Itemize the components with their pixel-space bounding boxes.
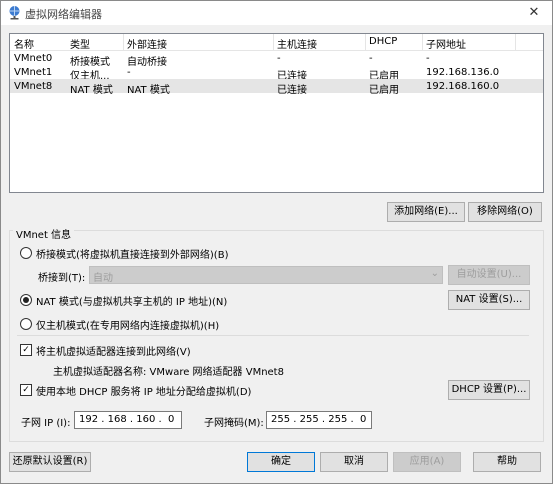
list-header: 名称 类型 外部连接 主机连接 DHCP 子网地址 bbox=[10, 34, 543, 51]
bridged-to-select[interactable]: 自动 ⌄ bbox=[89, 266, 443, 284]
connect-adapter-label[interactable]: 将主机虚拟适配器连接到此网络(V) bbox=[36, 343, 191, 358]
adapter-name-label: 主机虚拟适配器名称: VMware 网络适配器 VMnet8 bbox=[53, 367, 284, 378]
cell-type: NAT 模式 bbox=[70, 85, 113, 96]
nat-mode-label[interactable]: NAT 模式(与虚拟机共享主机的 IP 地址)(N) bbox=[36, 293, 227, 308]
cell-name: VMnet1 bbox=[14, 67, 53, 78]
subnet-ip-value: 192 . 168 . 160 . 0 bbox=[79, 414, 175, 425]
virtual-network-editor-window: 虚拟网络编辑器 ✕ 名称 类型 外部连接 主机连接 DHCP 子网地址 VMne… bbox=[0, 0, 553, 484]
cell-name: VMnet0 bbox=[14, 53, 53, 64]
table-row[interactable]: VMnet0 桥接模式 自动桥接 - - - bbox=[10, 51, 543, 68]
cell-subnet: - bbox=[426, 53, 430, 64]
window-title: 虚拟网络编辑器 bbox=[25, 8, 102, 21]
title-bar: 虚拟网络编辑器 ✕ bbox=[1, 1, 552, 25]
subnet-mask-value: 255 . 255 . 255 . 0 bbox=[271, 414, 367, 425]
auto-settings-button[interactable]: 自动设置(U)... bbox=[448, 265, 530, 285]
cell-dhcp: 已启用 bbox=[369, 85, 399, 96]
add-network-button[interactable]: 添加网络(E)... bbox=[387, 202, 465, 222]
host-only-mode-radio[interactable] bbox=[20, 318, 32, 330]
remove-network-button[interactable]: 移除网络(O) bbox=[468, 202, 542, 222]
subnet-mask-input[interactable]: 255 . 255 . 255 . 0 bbox=[266, 411, 372, 429]
subnet-ip-input[interactable]: 192 . 168 . 160 . 0 bbox=[74, 411, 182, 429]
chevron-down-icon: ⌄ bbox=[430, 268, 439, 279]
dhcp-settings-button[interactable]: DHCP 设置(P)... bbox=[448, 380, 530, 400]
network-list[interactable]: 名称 类型 外部连接 主机连接 DHCP 子网地址 VMnet0 桥接模式 自动… bbox=[9, 33, 544, 193]
subnet-mask-label: 子网掩码(M): bbox=[204, 418, 264, 429]
cell-subnet: 192.168.160.0 bbox=[426, 81, 500, 92]
cancel-button[interactable]: 取消 bbox=[320, 452, 388, 472]
close-button[interactable]: ✕ bbox=[522, 3, 546, 23]
column-header-name[interactable]: 名称 bbox=[14, 36, 34, 51]
cell-dhcp: - bbox=[369, 53, 373, 64]
ok-button[interactable]: 确定 bbox=[247, 452, 315, 472]
network-globe-icon bbox=[9, 6, 20, 20]
cell-host: - bbox=[277, 53, 281, 64]
nat-mode-radio[interactable] bbox=[20, 294, 32, 306]
dhcp-label[interactable]: 使用本地 DHCP 服务将 IP 地址分配给虚拟机(D) bbox=[36, 383, 251, 398]
host-only-mode-label[interactable]: 仅主机模式(在专用网络内连接虚拟机)(H) bbox=[36, 317, 219, 332]
column-header-dhcp[interactable]: DHCP bbox=[369, 36, 397, 47]
column-header-host[interactable]: 主机连接 bbox=[277, 36, 317, 51]
divider bbox=[17, 335, 529, 336]
bridged-to-label: 桥接到(T): bbox=[38, 273, 86, 284]
table-row-selected[interactable]: VMnet8 NAT 模式 NAT 模式 已连接 已启用 192.168.160… bbox=[10, 79, 543, 96]
dhcp-checkbox[interactable]: ✓ bbox=[20, 384, 32, 396]
table-row[interactable]: VMnet1 仅主机... - 已连接 已启用 192.168.136.0 bbox=[10, 65, 543, 82]
column-header-type[interactable]: 类型 bbox=[70, 36, 90, 51]
bridged-mode-label[interactable]: 桥接模式(将虚拟机直接连接到外部网络)(B) bbox=[36, 246, 228, 261]
cell-name: VMnet8 bbox=[14, 81, 53, 92]
cell-external: - bbox=[127, 67, 131, 78]
apply-button[interactable]: 应用(A) bbox=[393, 452, 461, 472]
cell-subnet: 192.168.136.0 bbox=[426, 67, 500, 78]
subnet-ip-label: 子网 IP (I): bbox=[21, 418, 71, 429]
checkmark-icon: ✓ bbox=[22, 385, 30, 395]
bridged-to-value: 自动 bbox=[93, 273, 113, 284]
connect-adapter-checkbox[interactable]: ✓ bbox=[20, 344, 32, 356]
restore-defaults-button[interactable]: 还原默认设置(R) bbox=[9, 452, 91, 472]
help-button[interactable]: 帮助 bbox=[473, 452, 541, 472]
nat-settings-button[interactable]: NAT 设置(S)... bbox=[448, 290, 530, 310]
cell-external: NAT 模式 bbox=[127, 85, 170, 96]
bridged-mode-radio[interactable] bbox=[20, 247, 32, 259]
column-header-subnet[interactable]: 子网地址 bbox=[426, 36, 466, 51]
column-header-external[interactable]: 外部连接 bbox=[127, 36, 167, 51]
cell-host: 已连接 bbox=[277, 85, 307, 96]
vmnet-info-label: VMnet 信息 bbox=[13, 226, 75, 241]
checkmark-icon: ✓ bbox=[22, 345, 30, 355]
